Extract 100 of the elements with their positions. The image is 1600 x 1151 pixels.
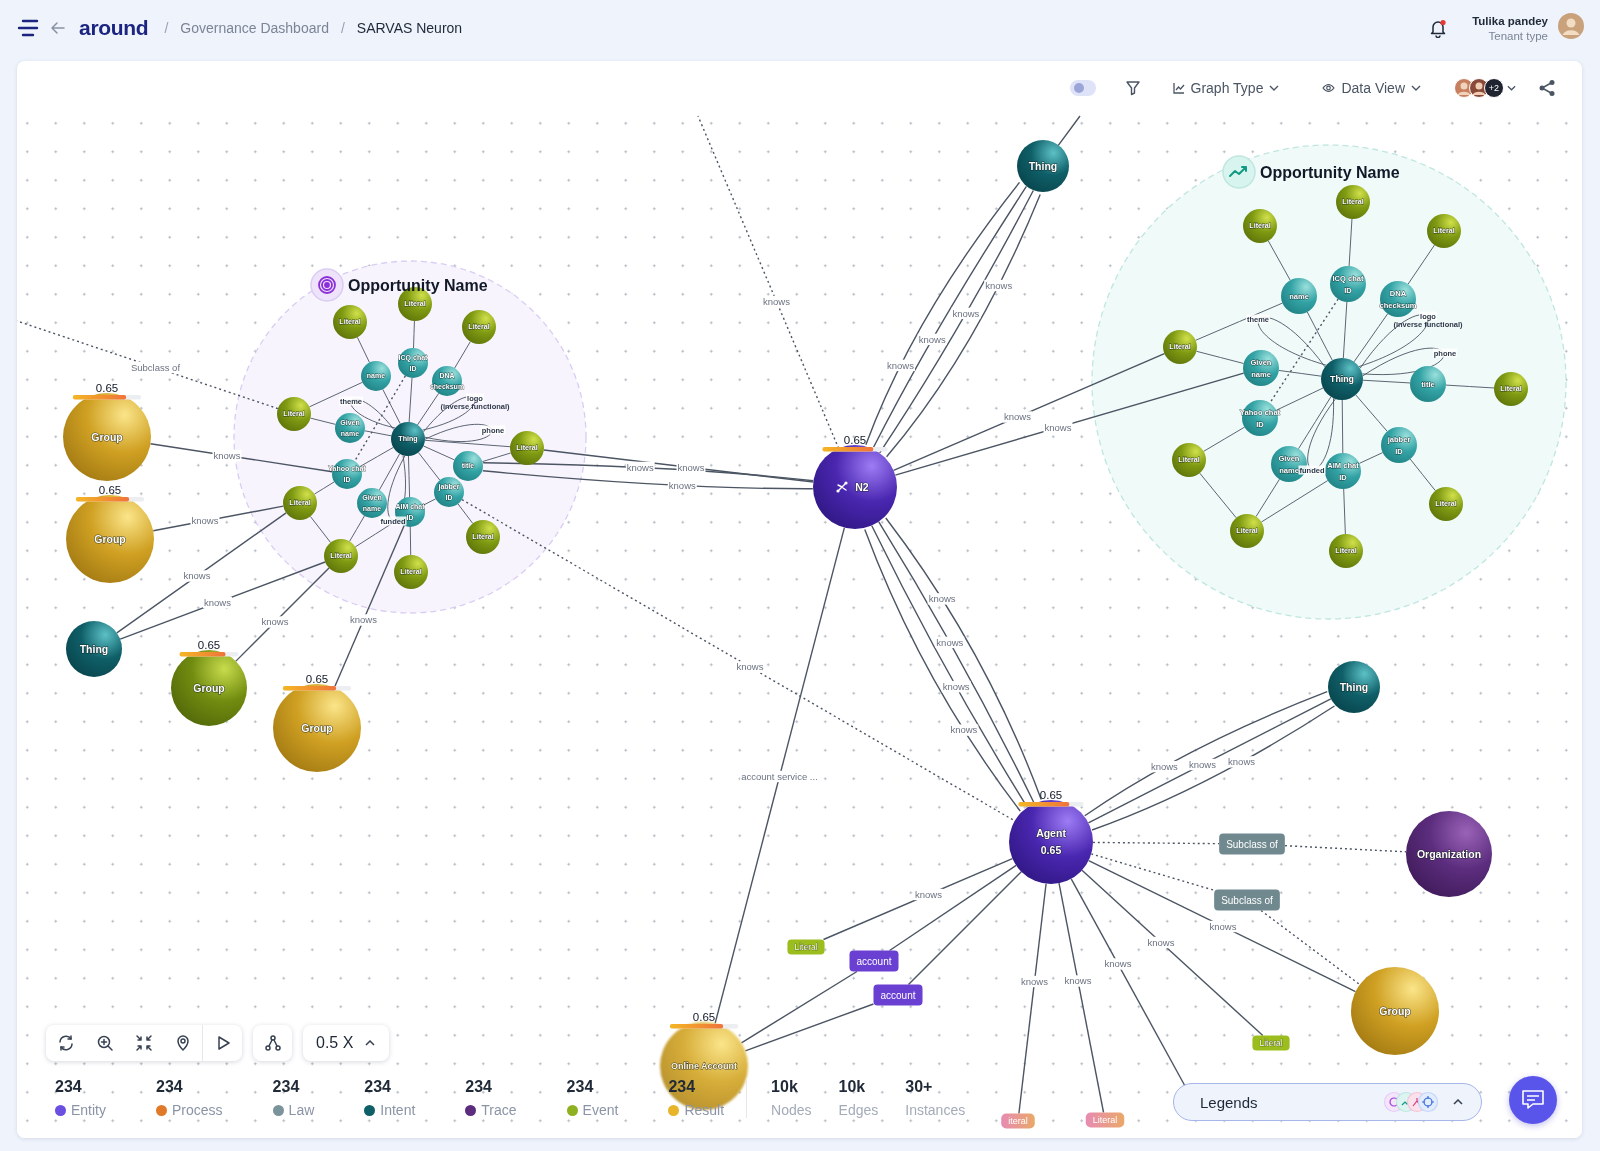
toggle-switch[interactable]	[1069, 79, 1098, 97]
organization-node[interactable]: Organization	[1406, 811, 1492, 897]
node-tag[interactable]: Subclass of	[1214, 889, 1280, 911]
legends-panel[interactable]: Legends	[1173, 1083, 1482, 1121]
stat-label: Intent	[380, 1102, 416, 1118]
stat-value: 234	[566, 1078, 595, 1096]
back-button[interactable]	[51, 22, 65, 34]
edge-label: knows	[927, 593, 957, 605]
stat-label: Process	[172, 1102, 223, 1118]
edge-line	[417, 393, 440, 426]
group-node[interactable]: Group	[63, 393, 151, 481]
edge-line	[1343, 488, 1346, 535]
edge-label: knows	[212, 449, 242, 462]
edge-line	[1362, 379, 1411, 384]
logo[interactable]: around	[79, 16, 149, 40]
thing-node[interactable]: Thing	[1017, 140, 1069, 192]
neuron-node[interactable]: N2	[813, 445, 897, 529]
edge-line	[1348, 218, 1353, 267]
thing-node[interactable]: Thing	[66, 621, 122, 677]
group-node[interactable]: Group	[66, 495, 154, 583]
menu-button[interactable]	[17, 19, 39, 37]
edge-line	[1407, 244, 1435, 285]
zoom-select[interactable]: 0.5 X	[303, 1025, 390, 1061]
caret-icon	[1411, 85, 1421, 91]
edge-label: knows	[349, 614, 378, 626]
thing-node[interactable]: Thing	[1328, 661, 1380, 713]
share-button[interactable]	[1538, 79, 1556, 97]
graph-type-dropdown[interactable]: Graph Type	[1172, 80, 1280, 96]
node-tag[interactable]: account	[849, 950, 899, 972]
edge-label: knows	[1063, 975, 1093, 987]
agent-node[interactable]: Agent 0.65	[1009, 800, 1093, 884]
edge-line	[1057, 115, 1081, 147]
edge-label: knows	[1227, 756, 1256, 768]
edge-label: knows	[886, 359, 915, 372]
more-count: +2	[1484, 78, 1504, 98]
edge-line	[314, 481, 335, 495]
node-tag[interactable]: Literal	[1085, 1112, 1125, 1128]
edge-line	[408, 377, 413, 423]
stat-label: Entity	[71, 1102, 106, 1118]
stat-value: 234	[465, 1078, 493, 1096]
edge-label: knows	[1208, 920, 1238, 933]
edge-label: knows	[182, 570, 212, 582]
stat-value: 234	[668, 1078, 697, 1096]
target-icon	[310, 268, 344, 302]
node-tag[interactable]: Subclass of	[1219, 833, 1285, 855]
edge-label: knows	[1003, 411, 1032, 423]
stat-value: 234	[272, 1078, 301, 1096]
edge-label: knows	[935, 636, 965, 649]
user-name: Tulika pandey	[1472, 14, 1548, 27]
total-label: Edges	[838, 1102, 879, 1118]
thing-node[interactable]: Thing	[1321, 358, 1363, 400]
edge-line	[1358, 452, 1384, 464]
edge-line	[409, 526, 412, 556]
edge-label: knows	[917, 333, 947, 346]
edge-line	[457, 503, 474, 524]
edge-label: knows	[984, 279, 1014, 292]
score-value: 0.65	[197, 639, 221, 651]
edge-line	[1196, 350, 1245, 364]
edge-label: knows	[625, 461, 655, 474]
chat-button[interactable]	[1509, 1076, 1557, 1124]
edge-label: knows	[676, 461, 706, 474]
breadcrumb-separator: /	[340, 20, 345, 36]
edge-label: account service ...	[740, 770, 819, 783]
group-node[interactable]: Group	[1351, 967, 1439, 1055]
node-tag[interactable]: Literal	[1252, 1035, 1290, 1051]
edge-line	[408, 455, 411, 498]
edge-line	[1409, 458, 1436, 492]
edge-line	[364, 430, 392, 437]
node-tag[interactable]: account	[873, 984, 923, 1006]
edge-label: knows	[1043, 421, 1073, 434]
total-value: 10k	[838, 1078, 867, 1096]
collaborators-button[interactable]: +2	[1454, 78, 1516, 98]
caret-icon	[1269, 85, 1280, 91]
group-node[interactable]: Group	[171, 650, 247, 726]
score-value: 0.65	[1039, 789, 1063, 801]
breadcrumb-separator: /	[164, 20, 169, 36]
total-label: Nodes	[771, 1102, 812, 1118]
edge-line	[382, 388, 401, 425]
node-tag[interactable]: Literal	[787, 939, 825, 955]
edge-label: knows	[941, 680, 971, 693]
edge-label: knows	[1020, 975, 1049, 988]
chat-icon	[1521, 1089, 1545, 1111]
notification-icon[interactable]	[1428, 18, 1449, 38]
node-tag[interactable]: iteral	[1001, 1113, 1035, 1129]
stat-value: 234	[156, 1078, 184, 1096]
caret-icon	[365, 1040, 376, 1046]
total-value: 30+	[905, 1078, 934, 1096]
edge-line	[422, 498, 437, 506]
score-value: 0.65	[95, 382, 119, 394]
trend-icon	[1222, 155, 1256, 189]
group-node[interactable]: Group	[273, 684, 361, 772]
edge-label: knows	[914, 888, 943, 901]
score-value: 0.65	[692, 1011, 716, 1023]
data-view-dropdown[interactable]: Data View	[1322, 80, 1421, 96]
filter-button[interactable]	[1124, 80, 1141, 96]
edge-line	[1342, 301, 1348, 359]
breadcrumb-link[interactable]: Governance Dashboard	[180, 20, 329, 36]
edge-line	[454, 341, 471, 369]
score-value: 0.65	[843, 434, 867, 446]
edge-label: Subclass of	[129, 361, 182, 374]
